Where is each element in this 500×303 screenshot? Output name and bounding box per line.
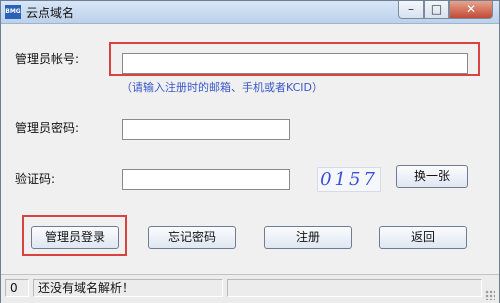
back-button[interactable]: 返回 — [379, 226, 467, 249]
admin-account-hint: （请输入注册时的邮箱、手机或者KCID） — [121, 81, 324, 94]
captcha-label: 验证码: — [15, 172, 56, 186]
captcha-image: 0157 — [317, 167, 381, 192]
minimize-button[interactable]: – — [398, 1, 424, 19]
resize-grip-icon[interactable] — [485, 290, 495, 300]
app-icon: BMG — [5, 5, 21, 19]
admin-account-label: 管理员帐号: — [15, 52, 80, 66]
status-message: 还没有域名解析！ — [33, 279, 223, 297]
statusbar: 0 还没有域名解析！ — [1, 274, 499, 303]
maximize-button[interactable]: □ — [424, 1, 449, 19]
register-button[interactable]: 注册 — [264, 226, 352, 249]
domain-login-window: BMG 云点域名 – □ ✕ 管理员帐号: （请输入注册时的邮箱、手机或者KCI… — [0, 0, 500, 303]
refresh-captcha-button[interactable]: 换一张 — [396, 165, 468, 188]
admin-login-button[interactable]: 管理员登录 — [31, 226, 119, 249]
close-button[interactable]: ✕ — [449, 1, 493, 19]
status-count: 0 — [5, 279, 29, 297]
forgot-password-button[interactable]: 忘记密码 — [148, 226, 236, 249]
admin-account-input[interactable] — [122, 53, 468, 74]
captcha-input[interactable] — [122, 169, 290, 190]
window-title: 云点域名 — [26, 6, 75, 20]
titlebar: BMG 云点域名 – □ ✕ — [1, 1, 499, 24]
admin-password-input[interactable] — [122, 119, 290, 140]
status-panel-empty — [227, 279, 482, 297]
admin-password-label: 管理员密码: — [15, 121, 80, 135]
